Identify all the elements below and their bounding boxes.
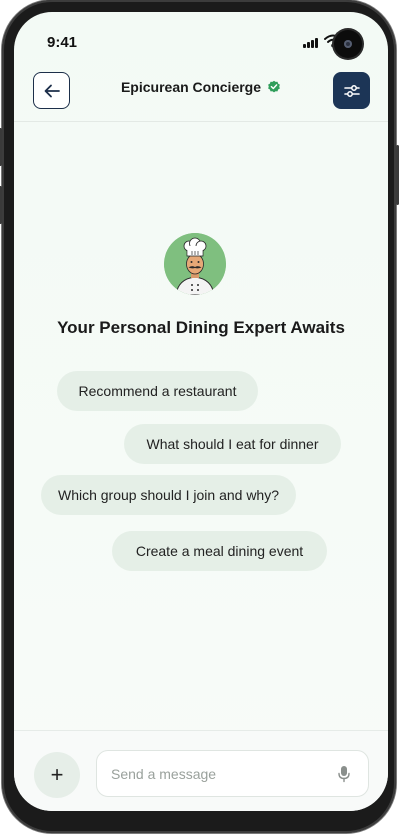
phone-frame: 9:41 Epicurean Concierge Your Personal D… [0, 0, 399, 833]
chef-avatar [164, 233, 226, 295]
suggestion-chip[interactable]: Which group should I join and why? [41, 475, 296, 515]
message-input[interactable] [96, 750, 369, 797]
app-screen: 9:41 Epicurean Concierge Your Personal D… [14, 12, 388, 811]
sliders-icon [343, 84, 360, 97]
plus-icon: + [50, 762, 64, 787]
side-button [0, 128, 2, 166]
top-app-bar: Epicurean Concierge [14, 70, 388, 122]
verified-badge-icon [268, 80, 280, 93]
title-group: Epicurean Concierge [14, 79, 388, 95]
message-composer: + [14, 730, 388, 811]
status-time: 9:41 [47, 34, 78, 51]
filter-settings-button[interactable] [333, 72, 370, 109]
signal-icon [303, 38, 321, 48]
microphone-icon[interactable] [337, 765, 351, 783]
welcome-heading: Your Personal Dining Expert Awaits [57, 318, 345, 337]
suggestion-chip[interactable]: Recommend a restaurant [57, 371, 258, 411]
front-camera [334, 30, 362, 58]
side-button [0, 186, 2, 224]
add-attachment-button[interactable]: + [34, 752, 80, 798]
suggestion-chip[interactable]: Create a meal dining event [112, 531, 327, 571]
page-title: Epicurean Concierge [120, 79, 262, 95]
chef-icon [164, 233, 226, 295]
side-button [396, 145, 399, 205]
suggestion-chip[interactable]: What should I eat for dinner [124, 424, 341, 464]
status-bar: 9:41 [14, 12, 388, 70]
